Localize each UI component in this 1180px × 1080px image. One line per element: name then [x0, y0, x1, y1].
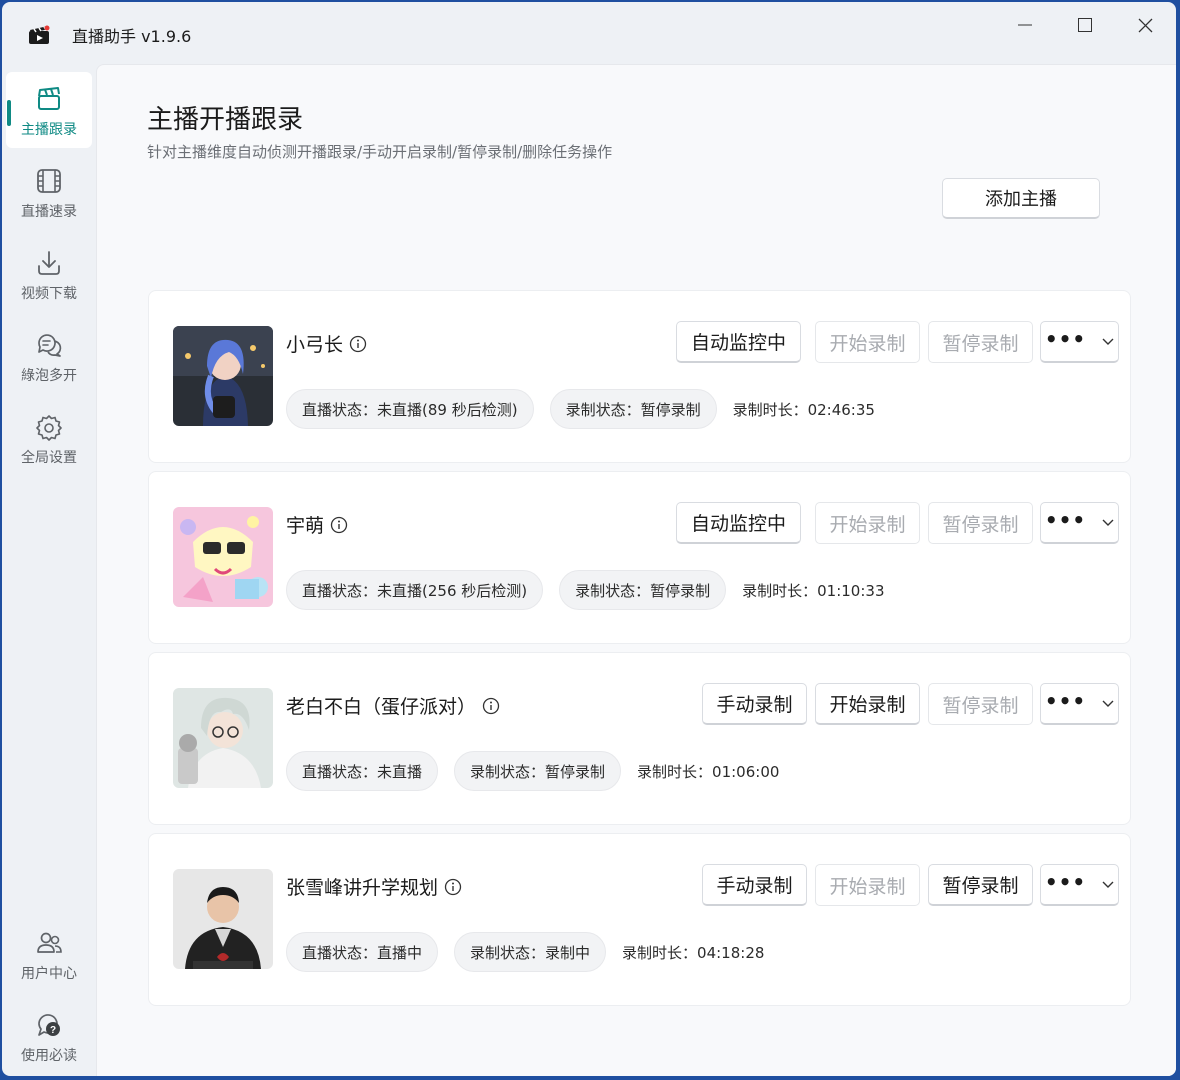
users-icon: [37, 932, 62, 953]
sidebar-item-label: 主播跟录: [21, 122, 77, 138]
pause-record-button[interactable]: 暂停录制: [928, 321, 1033, 363]
auto-monitor-button[interactable]: 自动监控中: [676, 502, 801, 544]
status-row: 直播状态：未直播 录制状态：暂停录制 录制时长：01:06:00: [286, 751, 779, 791]
avatar: [173, 688, 273, 788]
more-options-button[interactable]: •••: [1040, 321, 1119, 363]
sidebar-item-multi-open[interactable]: 綠泡多开: [6, 318, 92, 394]
main-panel: 主播开播跟录 针对主播维度自动侦测开播跟录/手动开启录制/暂停录制/删除任务操作…: [96, 64, 1176, 1076]
chevron-down-icon: [1102, 700, 1114, 707]
streamer-name: 小弓长: [286, 330, 367, 357]
streamer-name: 宇萌: [286, 511, 348, 538]
pause-record-button[interactable]: 暂停录制: [928, 502, 1033, 544]
live-status-badge: 直播状态：直播中: [286, 932, 439, 972]
info-icon[interactable]: [349, 335, 367, 353]
sidebar-item-video-download[interactable]: 视频下载: [6, 236, 92, 312]
streamer-card: 小弓长 自动监控中 开始录制 暂停录制 ••• 直播状态：未直播(89 秒后检测…: [148, 290, 1131, 463]
avatar: [173, 326, 273, 426]
svg-text:?: ?: [50, 1025, 56, 1036]
gear-icon: [36, 415, 62, 441]
sidebar-item-live-quick-record[interactable]: 直播速录: [6, 154, 92, 230]
live-status-badge: 直播状态：未直播(89 秒后检测): [286, 389, 534, 429]
start-record-button[interactable]: 开始录制: [815, 864, 920, 906]
title-bar: 直播助手 v1.9.6: [2, 2, 1176, 64]
avatar: [173, 869, 273, 969]
sidebar-item-label: 全局设置: [21, 450, 77, 466]
sidebar: 主播跟录 直播速录 视频下载 綠泡多开 全局设置 用户中心 ? 使用必读: [2, 64, 96, 1076]
maximize-button[interactable]: [1062, 10, 1108, 40]
streamer-name: 张雪峰讲升学规划: [286, 873, 462, 900]
download-icon: [38, 251, 60, 275]
start-record-button[interactable]: 开始录制: [815, 321, 920, 363]
sidebar-item-global-settings[interactable]: 全局设置: [6, 400, 92, 476]
active-indicator: [7, 100, 11, 126]
manual-record-button[interactable]: 手动录制: [702, 683, 807, 725]
film-frame-icon: [37, 169, 61, 193]
auto-monitor-button[interactable]: 自动监控中: [676, 321, 801, 363]
maximize-icon: [1078, 18, 1092, 32]
chat-bubbles-icon: [38, 334, 62, 357]
start-record-button[interactable]: 开始录制: [815, 683, 920, 725]
live-status-badge: 直播状态：未直播: [286, 751, 439, 791]
more-dots-icon: •••: [1044, 326, 1087, 351]
streamer-name-text: 宇萌: [286, 515, 325, 537]
sidebar-item-user-center[interactable]: 用户中心: [6, 916, 92, 992]
record-duration: 录制时长：02:46:35: [732, 400, 875, 419]
sidebar-item-label: 綠泡多开: [21, 368, 77, 384]
minimize-icon: [1018, 24, 1032, 26]
sidebar-item-label: 使用必读: [21, 1048, 77, 1064]
record-duration: 录制时长：04:18:28: [622, 943, 765, 962]
streamer-name-text: 小弓长: [286, 334, 344, 356]
app-window: 直播助手 v1.9.6 主播跟录 直播速录 视频下载 綠泡多开 全局设置 用户中…: [2, 2, 1176, 1076]
page-title: 主播开播跟录: [147, 105, 304, 135]
start-record-button[interactable]: 开始录制: [815, 502, 920, 544]
status-row: 直播状态：未直播(256 秒后检测) 录制状态：暂停录制 录制时长：01:10:…: [286, 570, 885, 610]
status-row: 直播状态：未直播(89 秒后检测) 录制状态：暂停录制 录制时长：02:46:3…: [286, 389, 875, 429]
streamer-name: 老白不白（蛋仔派对）: [286, 692, 500, 719]
sidebar-item-label: 用户中心: [21, 966, 77, 982]
sidebar-item-label: 直播速录: [21, 204, 77, 220]
record-status-badge: 录制状态：暂停录制: [549, 389, 717, 429]
more-options-button[interactable]: •••: [1040, 502, 1119, 544]
minimize-button[interactable]: [1002, 10, 1048, 40]
record-status-badge: 录制状态：录制中: [454, 932, 607, 972]
status-row: 直播状态：直播中 录制状态：录制中 录制时长：04:18:28: [286, 932, 764, 972]
page-subtitle: 针对主播维度自动侦测开播跟录/手动开启录制/暂停录制/删除任务操作: [147, 143, 613, 161]
info-icon[interactable]: [482, 697, 500, 715]
sidebar-item-must-read[interactable]: ? 使用必读: [6, 998, 92, 1074]
record-status-badge: 录制状态：暂停录制: [559, 570, 727, 610]
pause-record-button[interactable]: 暂停录制: [928, 683, 1033, 725]
live-status-badge: 直播状态：未直播(256 秒后检测): [286, 570, 544, 610]
clapperboard-icon: [38, 87, 60, 110]
info-icon[interactable]: [330, 516, 348, 534]
chevron-down-icon: [1102, 881, 1114, 888]
close-button[interactable]: [1122, 10, 1168, 40]
streamer-card: 老白不白（蛋仔派对） 手动录制 开始录制 暂停录制 ••• 直播状态：未直播 录…: [148, 652, 1131, 825]
close-icon: [1138, 18, 1152, 32]
streamer-name-text: 老白不白（蛋仔派对）: [286, 696, 477, 718]
chevron-down-icon: [1102, 519, 1114, 526]
streamer-card: 张雪峰讲升学规划 手动录制 开始录制 暂停录制 ••• 直播状态：直播中 录制状…: [148, 833, 1131, 1006]
record-duration: 录制时长：01:06:00: [637, 762, 780, 781]
chevron-down-icon: [1102, 338, 1114, 345]
more-dots-icon: •••: [1044, 507, 1087, 532]
more-options-button[interactable]: •••: [1040, 864, 1119, 906]
app-logo-icon: [28, 24, 52, 46]
streamer-card: 宇萌 自动监控中 开始录制 暂停录制 ••• 直播状态：未直播(256 秒后检测…: [148, 471, 1131, 644]
pause-record-button[interactable]: 暂停录制: [928, 864, 1033, 906]
sidebar-item-label: 视频下载: [21, 286, 77, 302]
more-dots-icon: •••: [1044, 869, 1087, 894]
info-icon[interactable]: [444, 878, 462, 896]
add-streamer-button[interactable]: 添加主播: [942, 178, 1100, 219]
record-duration: 录制时长：01:10:33: [742, 581, 885, 600]
help-search-icon: ?: [38, 1014, 60, 1036]
app-title: 直播助手 v1.9.6: [72, 27, 192, 46]
more-dots-icon: •••: [1044, 688, 1087, 713]
more-options-button[interactable]: •••: [1040, 683, 1119, 725]
record-status-badge: 录制状态：暂停录制: [454, 751, 622, 791]
avatar: [173, 507, 273, 607]
manual-record-button[interactable]: 手动录制: [702, 864, 807, 906]
sidebar-item-streamer-follow[interactable]: 主播跟录: [6, 72, 92, 148]
streamer-name-text: 张雪峰讲升学规划: [286, 877, 439, 899]
